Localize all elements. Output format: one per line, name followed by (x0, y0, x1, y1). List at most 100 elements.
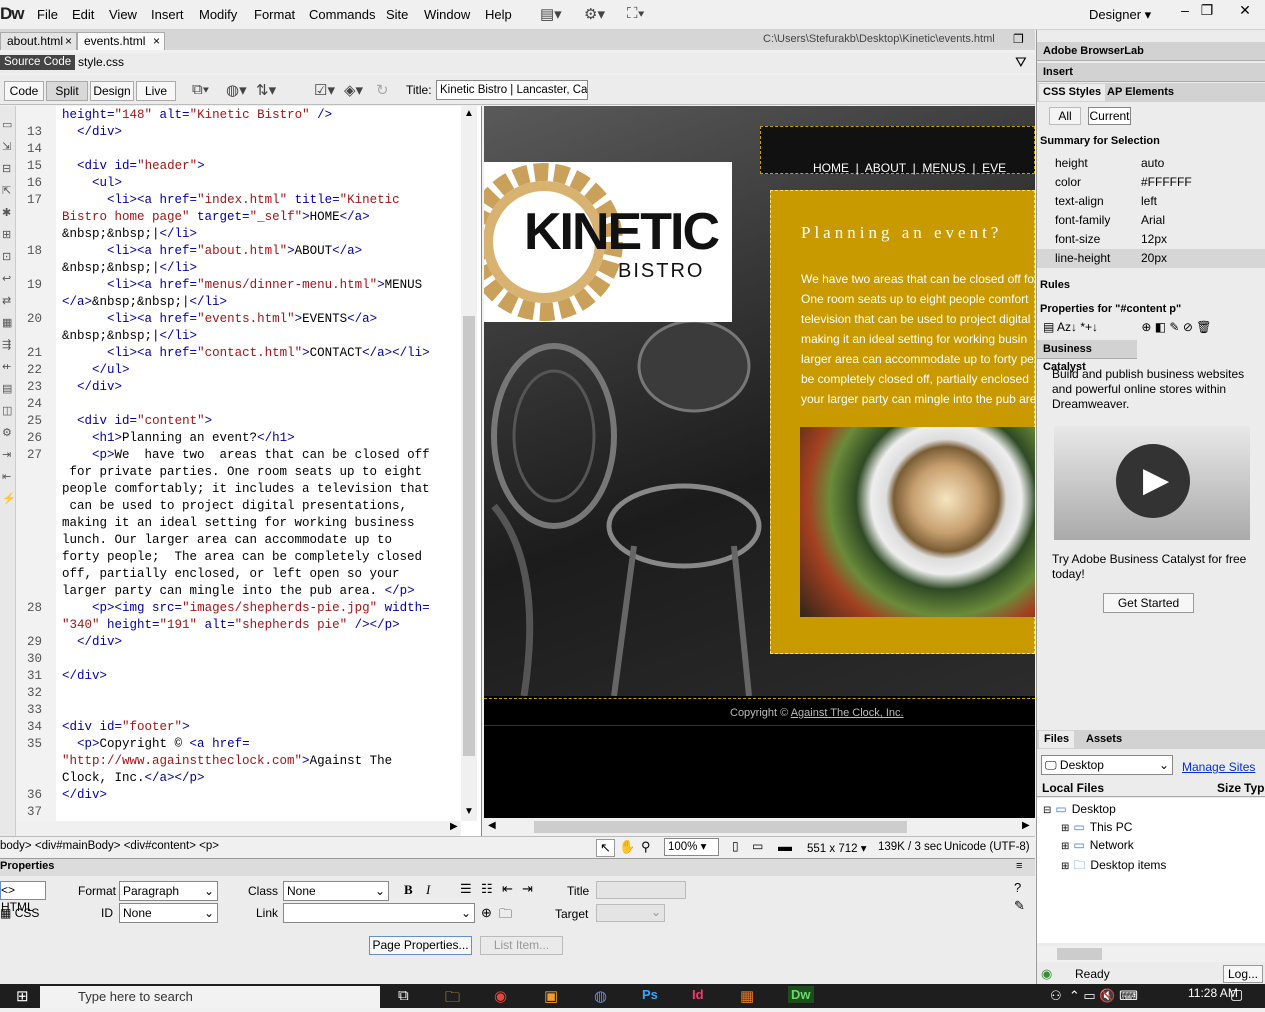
related-css-file[interactable]: style.css (78, 55, 124, 69)
footer-link[interactable]: Against The Clock, Inc. (791, 707, 904, 719)
restore-doc-icon[interactable]: ❐ (1013, 32, 1024, 46)
title-field[interactable] (596, 881, 686, 899)
quick-tag-editor-icon[interactable]: ✎ (1014, 898, 1025, 914)
zoom-tool-icon[interactable]: ⚲ (641, 839, 651, 855)
code-view-button[interactable]: Code (4, 81, 44, 101)
gear-icon[interactable]: ⚙▾ (584, 5, 605, 23)
code-line[interactable]: <p>Copyright © <a href= (62, 737, 250, 751)
menu-site[interactable]: Site (386, 7, 408, 22)
summary-row[interactable]: font-family Arial (1037, 211, 1265, 230)
properties-header[interactable]: Properties ≡ (0, 858, 1035, 876)
manage-sites-link[interactable]: Manage Sites (1182, 760, 1255, 774)
file-tree-item[interactable]: ⊞ ▭ This PC (1061, 820, 1132, 834)
code-line[interactable]: <li><a href="contact.html">CONTACT</a></… (62, 346, 430, 360)
summary-row[interactable]: line-height 20px (1037, 249, 1265, 268)
tab-css-styles[interactable]: CSS Styles (1039, 84, 1106, 101)
link-input[interactable]: ⌄ (283, 903, 475, 923)
code-line[interactable]: </a>&nbsp;&nbsp;|</li> (62, 295, 227, 309)
menu-window[interactable]: Window (424, 7, 470, 22)
type-col[interactable]: Typ (1244, 781, 1264, 795)
code-line[interactable]: forty people; The area can be completely… (62, 550, 422, 564)
indent-icon[interactable]: ⇥ (522, 881, 533, 897)
bold-button[interactable]: B (404, 882, 413, 898)
multiscreen-icon[interactable]: ⧉▾ (192, 81, 209, 98)
size-col[interactable]: Size (1217, 781, 1241, 795)
unordered-list-icon[interactable]: ☰ (460, 881, 472, 897)
discord-icon[interactable]: ◍ (594, 987, 607, 1005)
shepherds-pie-image[interactable] (800, 427, 1035, 617)
id-select[interactable]: None ⌄ (119, 903, 218, 923)
code-line[interactable]: height="148" alt="Kinetic Bistro" /> (62, 108, 332, 122)
content-box[interactable]: Planning an event? We have two areas tha… (770, 190, 1035, 654)
photoshop-icon[interactable]: Ps (642, 987, 658, 1002)
close-icon[interactable]: ✕ (1226, 0, 1264, 22)
site-icon[interactable]: ⛶▾ (627, 5, 645, 22)
code-line[interactable]: <li><a href="menus/dinner-menu.html">MEN… (62, 278, 422, 292)
restore-icon[interactable]: ❐ (1188, 0, 1226, 22)
summary-row[interactable]: font-size 12px (1037, 230, 1265, 249)
file-explorer-icon[interactable]: 🗀 (445, 987, 460, 1012)
code-line[interactable]: </div> (62, 125, 122, 139)
tablet-size-icon[interactable]: ▭ (752, 839, 763, 853)
menu-help[interactable]: Help (485, 7, 512, 22)
live-view-button[interactable]: Live (136, 81, 176, 101)
notifications-icon[interactable]: ▢ (1230, 986, 1243, 1003)
code-line[interactable]: for private parties. One room seats up t… (62, 465, 423, 479)
italic-button[interactable]: I (426, 882, 430, 898)
expand-icon[interactable]: ⊞ (1061, 841, 1069, 852)
code-line[interactable]: <h1>Planning an event?</h1> (62, 431, 295, 445)
code-line[interactable]: <p>We have two areas that can be closed … (62, 448, 430, 462)
filter-icon[interactable]: ⛛ (1015, 54, 1027, 71)
code-line[interactable]: </div> (62, 669, 107, 683)
window-size[interactable]: 551 x 712 ▾ (807, 841, 866, 855)
log-button[interactable]: Log... (1223, 965, 1263, 983)
target-select[interactable]: ⌄ (596, 904, 665, 922)
menu-format[interactable]: Format (254, 7, 295, 22)
scroll-right-icon[interactable]: ▶ (1022, 820, 1030, 831)
code-line[interactable]: making it an ideal setting for working b… (62, 516, 415, 530)
layout-icon[interactable]: ▤▾ (540, 5, 562, 23)
play-icon[interactable]: ▶ (1116, 444, 1190, 518)
file-tree-item[interactable]: ⊟ ▭ Desktop (1043, 802, 1116, 816)
site-select[interactable]: 🖵 Desktop ⌄ (1041, 755, 1173, 775)
scroll-down-icon[interactable]: ▼ (464, 806, 474, 817)
code-scrollbar[interactable]: ▲ ▼ (461, 106, 477, 821)
code-line[interactable]: </div> (62, 788, 107, 802)
files-hscrollbar[interactable] (1037, 946, 1265, 962)
html-mode-button[interactable]: <> HTML (0, 881, 46, 914)
desktop-size-icon[interactable]: ▬ (778, 838, 792, 854)
preview-browser-icon[interactable]: ◍▾ (226, 81, 247, 99)
point-to-file-icon[interactable]: ⊕ (481, 905, 492, 921)
file-tree-item[interactable]: ⊞ ▭ Network (1061, 838, 1134, 852)
outdent-icon[interactable]: ⇤ (502, 881, 513, 897)
close-tab-icon[interactable]: × (153, 33, 160, 50)
insert-panel-header[interactable]: Insert (1037, 63, 1265, 82)
code-line[interactable]: <li><a href="events.html">EVENTS</a> (62, 312, 377, 326)
code-line[interactable]: </div> (62, 635, 122, 649)
format-select[interactable]: Paragraph ⌄ (119, 881, 218, 901)
hscroll-thumb[interactable] (534, 821, 907, 833)
dreamweaver-icon[interactable]: Dw (788, 986, 814, 1003)
zoom-select[interactable]: 100% ▾ (664, 838, 719, 856)
code-hscrollbar[interactable]: ▶ (16, 821, 461, 836)
code-line[interactable]: <p><img src="images/shepherds-pie.jpg" w… (62, 601, 430, 615)
local-files-col[interactable]: Local Files (1042, 781, 1104, 795)
tag-selector[interactable]: body> <div#mainBody> <div#content> <p> (0, 840, 219, 852)
nav-links[interactable]: HOME | ABOUT | MENUS | EVE (813, 161, 1006, 175)
design-view[interactable]: KINETIC BISTRO HOME | ABOUT | MENUS | EV… (484, 106, 1035, 836)
menu-file[interactable]: File (37, 7, 58, 22)
tab-files[interactable]: Files (1039, 731, 1075, 748)
class-select[interactable]: None ⌄ (283, 881, 389, 901)
browserlab-panel-header[interactable]: Adobe BrowserLab (1037, 42, 1265, 61)
list-item-button[interactable]: List Item... (480, 936, 563, 955)
code-pane[interactable]: ▭ ⇲ ⊟ ⇱ ✱ ⊞ ⊡ ↩ ⇄ ▦ ⇶ ⇷ ▤ ◫ ⚙ ⇥ ⇤ ⚡ 13 14… (0, 106, 482, 836)
current-button[interactable]: Current (1088, 107, 1131, 125)
files-scroll-thumb[interactable] (1057, 948, 1102, 960)
css-panel-toolbar[interactable]: ▤ Az↓ *+↓ ⊕ ◧ ✎ ⊘ 🗑 (1043, 320, 1211, 334)
css-mode-button[interactable]: ▦ CSS (0, 906, 39, 920)
tray-icons[interactable]: ⚇ ⌃ ▭ 🔇 ⌨ (1050, 988, 1138, 1004)
code-line[interactable]: <div id="header"> (62, 159, 205, 173)
expand-icon[interactable]: ⊞ (1061, 823, 1069, 834)
code-line[interactable]: </ul> (62, 363, 130, 377)
task-view-icon[interactable]: ⧉ (398, 987, 409, 1004)
